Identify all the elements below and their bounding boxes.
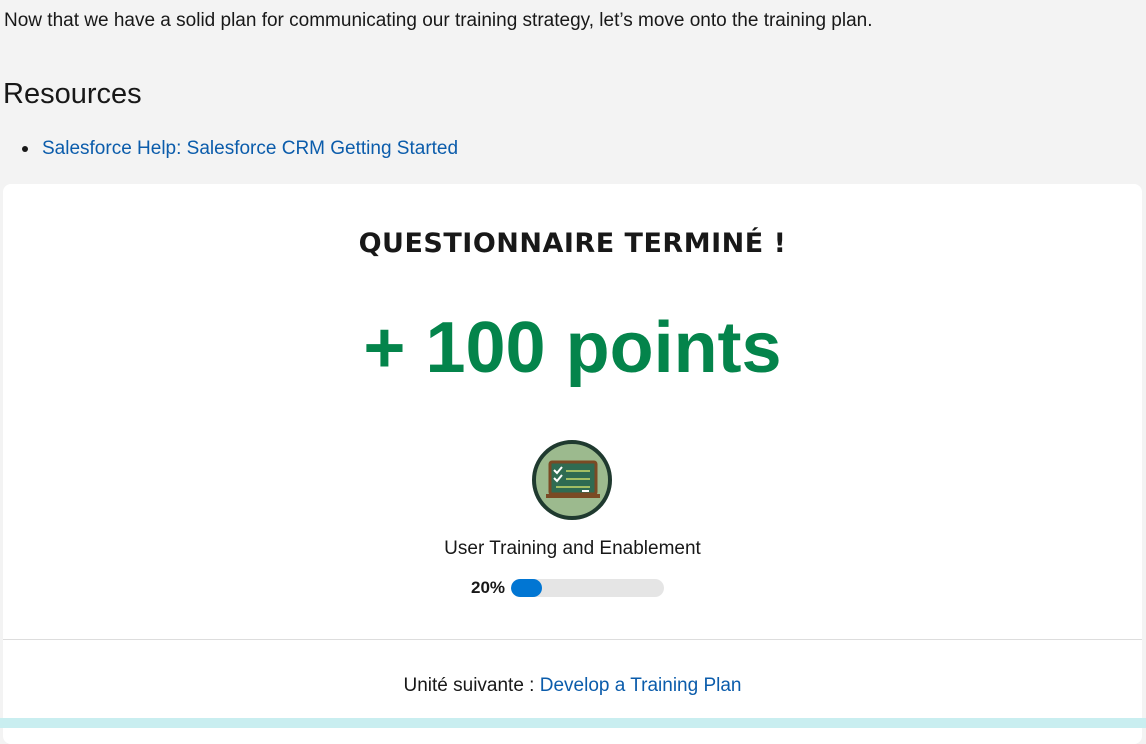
bottom-bar xyxy=(0,718,1146,728)
progress-fill xyxy=(511,579,542,597)
completion-title: QUESTIONNAIRE TERMINÉ ! xyxy=(358,228,787,259)
progress-bar xyxy=(511,579,665,597)
badge-name: User Training and Enablement xyxy=(444,538,701,559)
intro-paragraph: Now that we have a solid plan for commun… xyxy=(4,10,873,31)
next-unit: Unité suivante : Develop a Training Plan xyxy=(3,673,1142,699)
badge-icon[interactable] xyxy=(532,440,612,520)
resources-heading: Resources xyxy=(3,78,142,110)
resource-link[interactable]: Salesforce Help: Salesforce CRM Getting … xyxy=(42,138,458,159)
bullet-icon xyxy=(22,146,28,152)
chalkboard-checklist-icon xyxy=(532,440,612,520)
divider xyxy=(3,639,1142,640)
progress-percent: 20% xyxy=(471,578,506,597)
next-unit-prefix: Unité suivante : xyxy=(403,675,540,696)
resources-list: Salesforce Help: Salesforce CRM Getting … xyxy=(22,135,458,163)
points-earned: + 100 points xyxy=(363,308,782,388)
next-unit-link[interactable]: Develop a Training Plan xyxy=(540,675,742,696)
list-item: Salesforce Help: Salesforce CRM Getting … xyxy=(22,135,458,163)
module-progress: 20% xyxy=(471,577,665,599)
quiz-completion-card: QUESTIONNAIRE TERMINÉ ! + 100 points Use… xyxy=(3,184,1142,744)
